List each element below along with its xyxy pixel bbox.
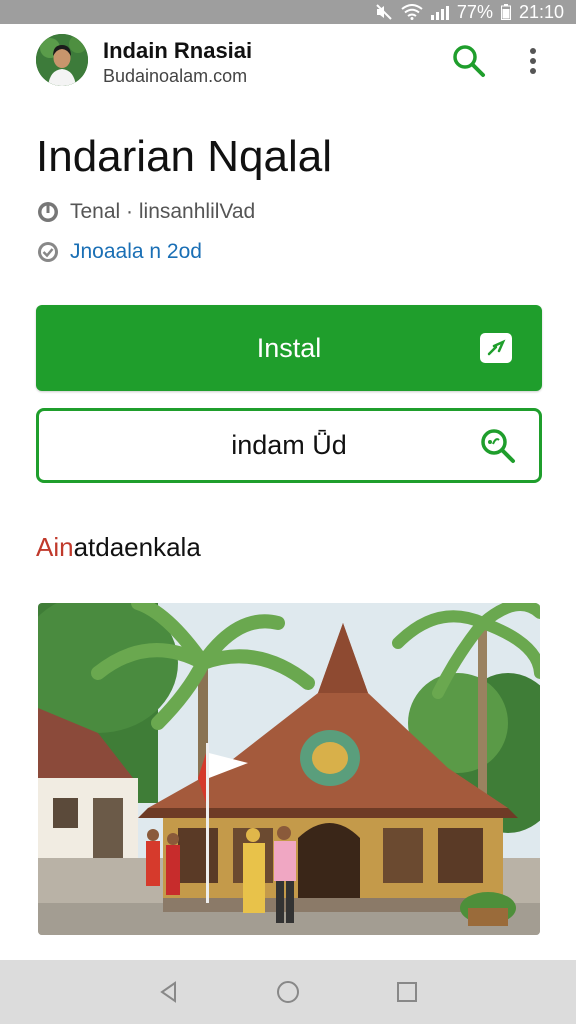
signal-icon	[430, 4, 449, 20]
secondary-button[interactable]: indam Ǖd	[36, 408, 542, 483]
status-bar: 77% 21:10	[0, 0, 576, 24]
more-vert-icon[interactable]	[520, 42, 546, 80]
home-icon[interactable]	[274, 978, 302, 1006]
install-button[interactable]: Instal	[36, 305, 542, 391]
meta-line-2[interactable]: Jnoaala n 2od	[70, 240, 202, 264]
meta-row-info: Jnoaala n 2od	[36, 240, 202, 264]
section-heading-rest: atdaenkala	[73, 532, 201, 562]
app-name: Indain Rnasiai	[103, 38, 253, 63]
system-nav-bar	[0, 960, 576, 1024]
clock-icon	[36, 200, 60, 224]
search-icon[interactable]	[450, 42, 488, 80]
install-badge-icon	[480, 333, 512, 363]
meta-row-rating: Tenal · linsanhlilVad	[36, 200, 255, 224]
meta-line-1: Tenal · linsanhlilVad	[70, 200, 256, 223]
mute-icon	[375, 4, 393, 20]
zoom-search-icon	[479, 427, 517, 465]
secondary-button-label: indam Ǖd	[231, 430, 347, 460]
temple-scene-image	[38, 603, 540, 935]
app-url: Budainoalam.com	[103, 66, 248, 86]
section-heading-accent: Ain	[36, 532, 74, 562]
page-title: Indarian Nqalal	[36, 132, 332, 181]
battery-icon	[500, 4, 511, 20]
clock-time: 21:10	[518, 1, 564, 22]
recents-icon[interactable]	[393, 978, 421, 1006]
avatar[interactable]	[36, 34, 88, 86]
install-button-label: Instal	[256, 332, 322, 363]
back-icon[interactable]	[155, 978, 183, 1006]
battery-level: 77%	[456, 1, 493, 22]
hero-image[interactable]	[38, 603, 540, 935]
wifi-icon	[401, 4, 423, 20]
app-header: Indain Rnasiai Budainoalam.com	[0, 24, 576, 116]
check-circle-icon	[36, 240, 60, 264]
section-heading: Ainatdaenkala	[36, 532, 201, 563]
